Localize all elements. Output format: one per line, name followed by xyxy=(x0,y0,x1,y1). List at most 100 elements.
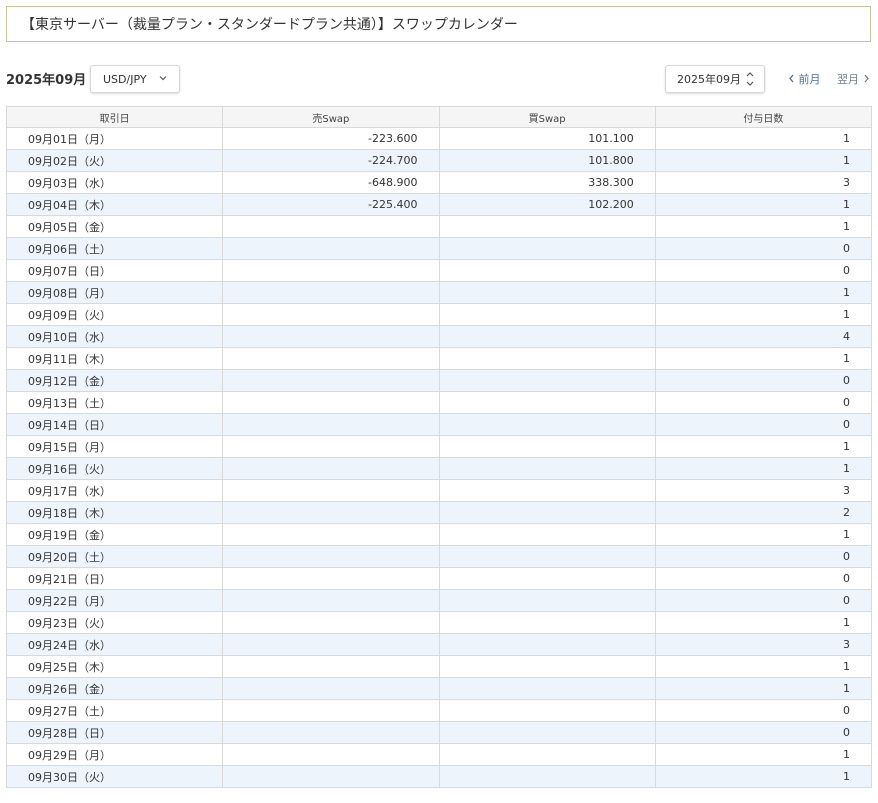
sell-swap-cell: -225.400 xyxy=(222,193,440,216)
days-cell: 0 xyxy=(654,391,873,414)
date-cell: 09月22日（月） xyxy=(5,589,224,612)
days-cell: 4 xyxy=(654,325,873,348)
date-cell: 09月28日（日） xyxy=(5,721,224,744)
table-row: 09月11日（木） 1 xyxy=(5,347,873,370)
days-cell: 1 xyxy=(654,611,873,634)
column-header-sell-swap: 売Swap xyxy=(222,106,440,128)
table-row: 09月10日（水） 4 xyxy=(5,325,873,348)
days-cell: 1 xyxy=(654,523,873,546)
sell-swap-cell xyxy=(222,743,440,766)
date-cell: 09月02日（火） xyxy=(5,149,224,172)
buy-swap-cell xyxy=(438,413,656,436)
buy-swap-cell: 101.800 xyxy=(438,149,656,172)
buy-swap-cell xyxy=(438,479,656,502)
days-cell: 1 xyxy=(654,303,873,326)
buy-swap-cell xyxy=(438,655,656,678)
days-cell: 1 xyxy=(654,655,873,678)
currency-pair-select[interactable]: USD/JPY xyxy=(90,65,180,93)
buy-swap-cell: 102.200 xyxy=(438,193,656,216)
sell-swap-cell xyxy=(222,435,440,458)
date-cell: 09月20日（土） xyxy=(5,545,224,568)
date-cell: 09月03日（水） xyxy=(5,171,224,194)
date-cell: 09月24日（水） xyxy=(5,633,224,656)
sell-swap-cell xyxy=(222,633,440,656)
days-cell: 1 xyxy=(654,149,873,172)
table-row: 09月29日（月） 1 xyxy=(5,743,873,766)
table-row: 09月07日（日） 0 xyxy=(5,259,873,282)
date-cell: 09月13日（土） xyxy=(5,391,224,414)
date-cell: 09月08日（月） xyxy=(5,281,224,304)
days-cell: 1 xyxy=(654,435,873,458)
date-cell: 09月30日（火） xyxy=(5,765,224,788)
buy-swap-cell xyxy=(438,589,656,612)
currency-pair-value: USD/JPY xyxy=(103,72,147,86)
buy-swap-cell xyxy=(438,237,656,260)
sell-swap-cell xyxy=(222,655,440,678)
next-month-link[interactable]: 翌月 xyxy=(837,71,870,87)
sell-swap-cell xyxy=(222,567,440,590)
table-row: 09月20日（土） 0 xyxy=(5,545,873,568)
sell-swap-cell xyxy=(222,721,440,744)
date-cell: 09月26日（金） xyxy=(5,677,224,700)
table-row: 09月21日（日） 0 xyxy=(5,567,873,590)
buy-swap-cell xyxy=(438,435,656,458)
page-title: 【東京サーバー（裁量プラン・スタンダードプラン共通）】スワップカレンダー xyxy=(6,6,871,42)
buy-swap-cell xyxy=(438,501,656,524)
date-cell: 09月15日（月） xyxy=(5,435,224,458)
date-cell: 09月17日（水） xyxy=(5,479,224,502)
days-cell: 0 xyxy=(654,369,873,392)
days-cell: 1 xyxy=(654,347,873,370)
date-cell: 09月18日（木） xyxy=(5,501,224,524)
days-cell: 0 xyxy=(654,567,873,590)
column-header-date: 取引日 xyxy=(5,106,224,128)
table-row: 09月14日（日） 0 xyxy=(5,413,873,436)
days-cell: 0 xyxy=(654,237,873,260)
days-cell: 0 xyxy=(654,589,873,612)
table-row: 09月03日（水） -648.900 338.300 3 xyxy=(5,171,873,194)
date-cell: 09月27日（土） xyxy=(5,699,224,722)
buy-swap-cell xyxy=(438,633,656,656)
up-down-arrows-icon xyxy=(746,71,754,87)
buy-swap-cell xyxy=(438,743,656,766)
sell-swap-cell xyxy=(222,413,440,436)
table-row: 09月18日（木） 2 xyxy=(5,501,873,524)
table-row: 09月09日（火） 1 xyxy=(5,303,873,326)
sell-swap-cell xyxy=(222,303,440,326)
prev-month-label: 前月 xyxy=(798,73,821,86)
sell-swap-cell xyxy=(222,611,440,634)
sell-swap-cell xyxy=(222,457,440,480)
current-month-label: 2025年09月 xyxy=(6,73,87,88)
buy-swap-cell xyxy=(438,259,656,282)
swap-calendar-table: 取引日 売Swap 買Swap 付与日数 09月01日（月） -223.600 10… xyxy=(5,106,873,788)
sell-swap-cell xyxy=(222,237,440,260)
buy-swap-cell xyxy=(438,391,656,414)
date-cell: 09月06日（土） xyxy=(5,237,224,260)
prev-month-link[interactable]: 前月 xyxy=(788,71,821,87)
table-row: 09月27日（土） 0 xyxy=(5,699,873,722)
sell-swap-cell: -224.700 xyxy=(222,149,440,172)
buy-swap-cell xyxy=(438,347,656,370)
days-cell: 2 xyxy=(654,501,873,524)
table-row: 09月04日（木） -225.400 102.200 1 xyxy=(5,193,873,216)
date-cell: 09月07日（日） xyxy=(5,259,224,282)
month-select[interactable]: 2025年09月 xyxy=(665,65,765,93)
table-row: 09月30日（火） 1 xyxy=(5,765,873,788)
days-cell: 1 xyxy=(654,193,873,216)
chevron-right-icon xyxy=(863,73,870,86)
buy-swap-cell xyxy=(438,215,656,238)
buy-swap-cell xyxy=(438,545,656,568)
sell-swap-cell xyxy=(222,765,440,788)
table-row: 09月05日（金） 1 xyxy=(5,215,873,238)
next-month-label: 翌月 xyxy=(837,73,859,86)
column-header-buy-swap: 買Swap xyxy=(438,106,656,128)
table-row: 09月22日（月） 0 xyxy=(5,589,873,612)
days-cell: 1 xyxy=(654,127,873,150)
date-cell: 09月25日（木） xyxy=(5,655,224,678)
sell-swap-cell xyxy=(222,589,440,612)
sell-swap-cell xyxy=(222,501,440,524)
date-cell: 09月21日（日） xyxy=(5,567,224,590)
table-row: 09月01日（月） -223.600 101.100 1 xyxy=(5,127,873,150)
sell-swap-cell: -648.900 xyxy=(222,171,440,194)
days-cell: 0 xyxy=(654,721,873,744)
days-cell: 0 xyxy=(654,413,873,436)
